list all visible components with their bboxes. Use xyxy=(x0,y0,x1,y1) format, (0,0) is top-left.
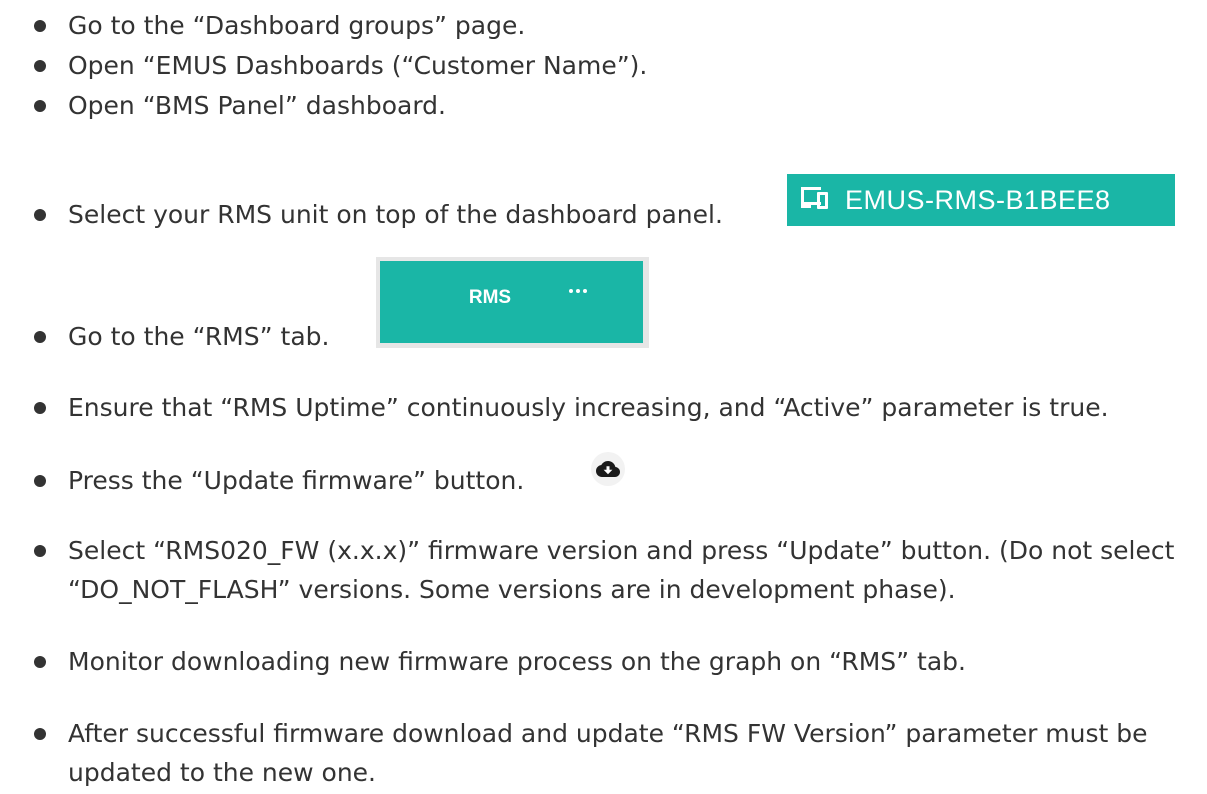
more-horizontal-icon[interactable] xyxy=(569,289,587,293)
bullet-icon xyxy=(34,728,46,740)
bullet-icon xyxy=(34,475,46,487)
rms-tab-frame: RMS xyxy=(376,257,649,348)
bullet-icon xyxy=(34,100,46,112)
instruction-text: Go to the “RMS” tab. xyxy=(68,322,330,351)
bullet-icon xyxy=(34,20,46,32)
devices-icon xyxy=(801,187,831,213)
instruction-text: Go to the “Dashboard groups” page. xyxy=(68,11,526,40)
instruction-text: Open “EMUS Dashboards (“Customer Name”). xyxy=(68,51,648,80)
tab-rms[interactable]: RMS xyxy=(380,261,643,343)
instruction-text: Ensure that “RMS Uptime” continuously in… xyxy=(68,393,1109,422)
device-name: EMUS-RMS-B1BEE8 xyxy=(845,184,1111,215)
bullet-icon xyxy=(34,60,46,72)
instruction-text: Monitor downloading new firmware process… xyxy=(68,647,966,676)
update-firmware-button[interactable] xyxy=(591,452,625,486)
bullet-icon xyxy=(34,656,46,668)
cloud-download-icon xyxy=(596,461,620,477)
device-selector-chip[interactable]: EMUS-RMS-B1BEE8 xyxy=(787,174,1175,226)
bullet-icon xyxy=(34,331,46,343)
instruction-text: Press the “Update firmware” button. xyxy=(68,466,525,495)
instruction-text: Open “BMS Panel” dashboard. xyxy=(68,91,446,120)
instruction-text: After successful firmware download and u… xyxy=(68,719,1148,787)
instruction-text: Select your RMS unit on top of the dashb… xyxy=(68,200,723,229)
instructions-document: Go to the “Dashboard groups” page. Open … xyxy=(0,0,1207,794)
bullet-icon xyxy=(34,402,46,414)
tab-label: RMS xyxy=(468,287,512,308)
bullet-icon xyxy=(34,545,46,557)
bullet-icon xyxy=(34,209,46,221)
instruction-text: Select “RMS020_FW (x.x.x)” firmware vers… xyxy=(68,536,1175,604)
